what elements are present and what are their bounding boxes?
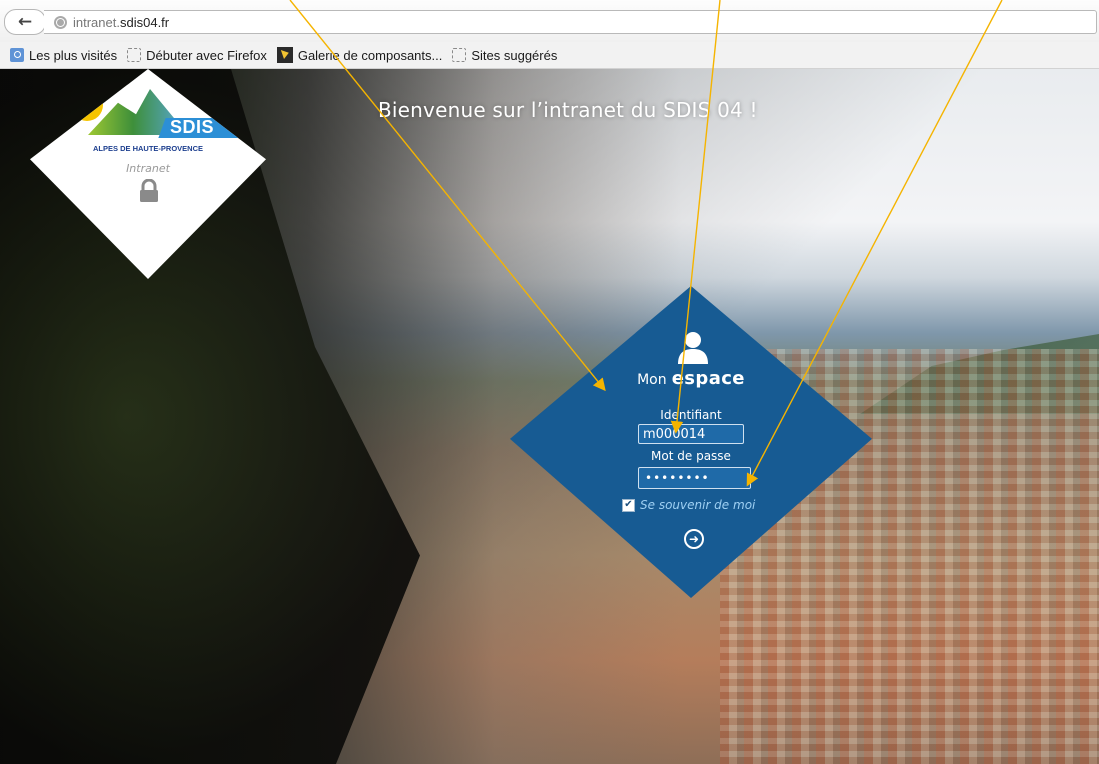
bookmark-gallery[interactable]: Galerie de composants... (276, 47, 443, 63)
username-label: Identifiant (660, 408, 722, 422)
url-prefix: intranet. (73, 14, 120, 30)
bookmark-icon (452, 48, 467, 62)
gallery-icon (276, 47, 293, 63)
remember-me[interactable]: ✔ Se souvenir de moi (622, 498, 755, 512)
bookmark-most-visited[interactable]: Les plus visités (10, 48, 117, 63)
bookmark-label: Galerie de composants... (297, 47, 443, 63)
bookmark-label: Débuter avec Firefox (146, 47, 267, 63)
globe-icon (54, 15, 67, 29)
logo-name: SDIS (170, 117, 215, 137)
password-input[interactable]: •••••••• (638, 467, 751, 489)
page-viewport: Bienvenue sur l’intranet du SDIS 04 ! SD… (0, 69, 1099, 764)
logo-subtitle: Intranet (126, 162, 170, 175)
lock-icon (140, 179, 158, 202)
bookmark-label: Sites suggérés (471, 47, 558, 63)
back-button[interactable]: ← (4, 9, 46, 35)
bookmark-icon (127, 48, 142, 62)
welcome-heading: Bienvenue sur l’intranet du SDIS 04 ! (378, 98, 758, 122)
bookmark-getting-started[interactable]: Débuter avec Firefox (127, 48, 267, 63)
login-title-big: espace (671, 368, 745, 389)
remember-label: Se souvenir de moi (640, 498, 756, 512)
bookmarks-bar: Les plus visités Débuter avec Firefox Ga… (0, 42, 1099, 69)
url-text: intranet.sdis04.fr (73, 15, 169, 30)
bookmark-suggested-sites[interactable]: Sites suggérés (452, 48, 557, 63)
username-input[interactable]: m000014 (638, 424, 744, 444)
bookmark-label: Les plus visités (29, 47, 118, 63)
url-bar[interactable]: intranet.sdis04.fr (44, 10, 1097, 34)
logo-region: ALPES DE HAUTE-PROVENCE (92, 144, 203, 153)
browser-toolbar: ← intranet.sdis04.fr (0, 0, 1099, 42)
user-icon (678, 332, 708, 364)
back-arrow-icon: ← (17, 11, 33, 32)
url-domain: sdis04.fr (119, 14, 170, 30)
remember-checkbox[interactable]: ✔ (622, 498, 635, 512)
password-label: Mot de passe (651, 449, 731, 463)
login-title-small: Mon (637, 372, 667, 388)
arrow-circle-right-icon[interactable]: ➜ (684, 529, 704, 549)
most-visited-icon (10, 48, 24, 62)
